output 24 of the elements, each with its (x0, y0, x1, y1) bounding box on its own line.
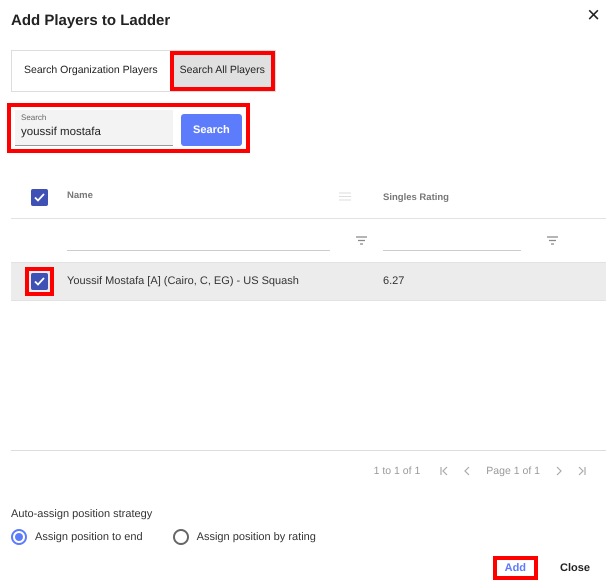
check-icon (34, 277, 44, 286)
page-indicator: Page 1 of 1 (486, 464, 540, 479)
radio-label: Assign position to end (35, 530, 143, 545)
dialog-title: Add Players to Ladder (11, 11, 170, 31)
row-count: 1 to 1 of 1 (374, 464, 420, 479)
column-header: Singles Rating (383, 192, 449, 203)
strategy-label: Auto-assign position strategy (11, 507, 152, 522)
close-button[interactable]: × (583, 4, 604, 26)
table-cell-text: Youssif Mostafa [A] (Cairo, C, EG) - US Squash (67, 274, 300, 290)
search-field[interactable]: Search youssif mostafa (15, 110, 173, 146)
dialog-button[interactable]: Add (492, 556, 538, 580)
table-row[interactable]: Youssif Mostafa [A] (Cairo, C, EG) - US Squash 6.27 (11, 263, 606, 301)
tab[interactable]: Search All Players (170, 51, 275, 91)
check-icon (34, 192, 44, 202)
search-input[interactable]: youssif mostafa (21, 124, 167, 142)
column-header: Name (67, 188, 93, 203)
radio-label: Assign position by rating (196, 530, 316, 545)
row-checkbox[interactable] (30, 273, 48, 290)
field-label: Search (21, 112, 48, 124)
select-all-checkbox[interactable] (30, 188, 48, 206)
radio-button[interactable] (172, 529, 189, 546)
search-button[interactable]: Search (181, 114, 242, 146)
table-cell-text: 6.27 (382, 274, 406, 290)
radio-button[interactable] (11, 529, 27, 546)
